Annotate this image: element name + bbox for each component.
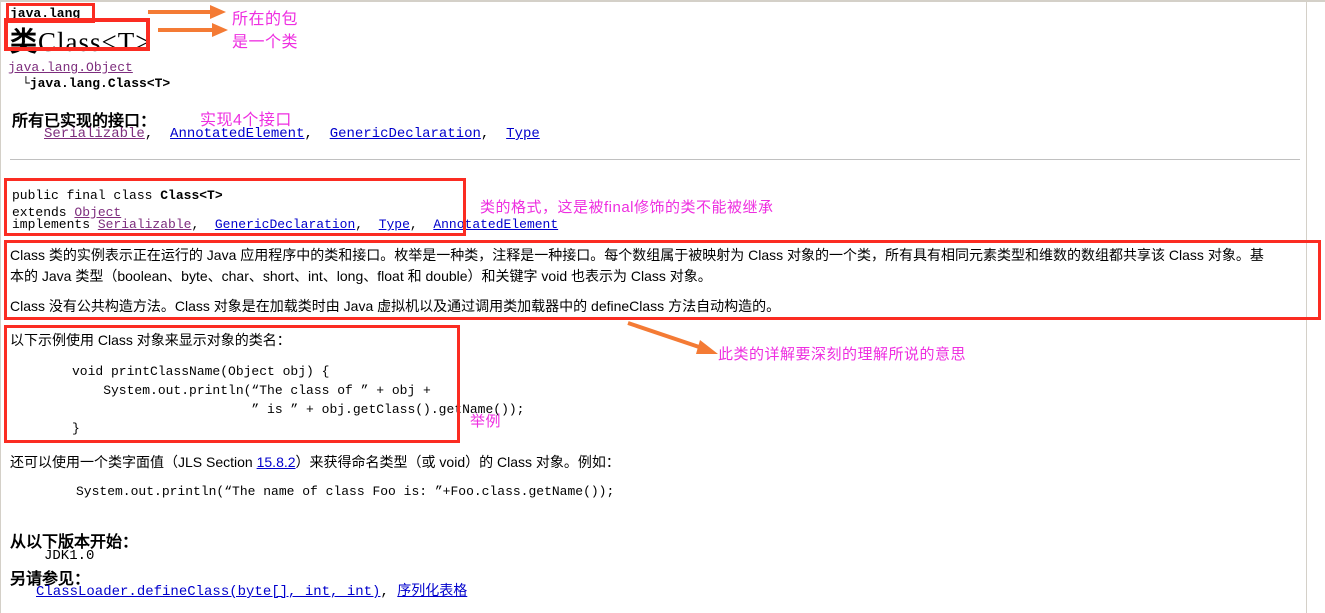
section-divider (10, 159, 1300, 160)
hierarchy-child-label: java.lang.Class<T> (29, 76, 171, 91)
link-genericdeclaration[interactable]: GenericDeclaration (330, 126, 481, 142)
sep: , (409, 217, 434, 232)
document-viewport: java.lang 类Class<T> java.lang.Object └ja… (0, 0, 1325, 613)
link-decl-type[interactable]: Type (379, 217, 410, 232)
example-code-line-4: } (72, 421, 80, 436)
link-serialized-form[interactable]: 序列化表格 (397, 582, 467, 598)
annotation-class-note: 是一个类 (232, 34, 299, 51)
arrow-to-package-note (148, 5, 226, 19)
jls-code-line: System.out.println(“The name of class Fo… (76, 484, 615, 499)
page-title-name: Class<T> (38, 27, 152, 57)
since-value: JDK1.0 (44, 548, 95, 564)
window-right-border (1306, 0, 1307, 613)
link-jls-section[interactable]: 15.8.2 (257, 454, 296, 470)
declaration-line-1: public final class Class<T> (12, 188, 223, 203)
declaration-modifiers: public final class (12, 188, 161, 203)
annotation-interfaces-note: 实现4个接口 (200, 112, 292, 129)
example-code-line-1: void printClassName(Object obj) { (72, 364, 330, 379)
link-classloader-defineclass[interactable]: ClassLoader.defineClass(byte[], int, int… (36, 584, 380, 600)
example-code-line-2: System.out.println(“The class of ” + obj… (72, 383, 431, 398)
description-p1-line2: 本的 Java 类型（boolean、byte、char、short、int、l… (10, 268, 712, 284)
sep: , (191, 217, 215, 232)
sep: , (480, 126, 507, 142)
link-decl-serializable[interactable]: Serializable (98, 217, 192, 232)
example-intro: 以下示例使用 Class 对象来显示对象的类名： (10, 332, 291, 348)
arrow-to-class-note (158, 23, 228, 37)
arrow-to-description-note (627, 321, 718, 354)
tree-branch-icon: └ (22, 76, 30, 91)
page-title-prefix: 类 (10, 27, 38, 57)
annotation-description-note: 此类的详解要深刻的理解所说的意思 (718, 346, 967, 363)
example-code-line-3: ” is ” + obj.getClass().getName()); (72, 402, 525, 417)
package-name: java.lang (10, 6, 81, 21)
hierarchy-root: java.lang.Object (8, 60, 133, 75)
jls-prefix: 还可以使用一个类字面值（JLS Section (10, 454, 257, 470)
declaration-class-name: Class<T> (160, 188, 223, 203)
jls-suffix: ）来获得命名类型（或 void）的 Class 对象。例如： (295, 454, 620, 470)
link-java-lang-object[interactable]: java.lang.Object (8, 60, 133, 75)
window-left-border (0, 0, 1, 613)
annotation-declaration-note: 类的格式，这是被final修饰的类不能被继承 (480, 199, 774, 216)
annotation-package-note: 所在的包 (232, 11, 299, 28)
sep: , (380, 584, 398, 600)
link-decl-genericdeclaration[interactable]: GenericDeclaration (215, 217, 355, 232)
example-code-block: void printClassName(Object obj) { System… (72, 362, 524, 438)
page-title: 类Class<T> (10, 20, 151, 59)
window-top-border (0, 0, 1325, 2)
hierarchy-child: └java.lang.Class<T> (22, 76, 170, 91)
see-also-list: ClassLoader.defineClass(byte[], int, int… (36, 580, 467, 600)
description-p1-line1: Class 类的实例表示正在运行的 Java 应用程序中的类和接口。枚举是一种类… (10, 247, 1264, 263)
annotation-example-note: 举例 (470, 413, 502, 430)
description-p2-line1: Class 没有公共构造方法。Class 对象是在加载类时由 Java 虚拟机以… (10, 298, 781, 314)
link-type[interactable]: Type (506, 126, 540, 142)
sep: , (304, 126, 330, 142)
link-serializable[interactable]: Serializable (44, 126, 145, 142)
implements-keyword: implements (12, 217, 98, 232)
sep: , (355, 217, 379, 232)
link-decl-annotatedelement[interactable]: AnnotatedElement (433, 217, 558, 232)
declaration-line-3: implements Serializable, GenericDeclarat… (12, 217, 558, 232)
jls-paragraph: 还可以使用一个类字面值（JLS Section 15.8.2）来获得命名类型（或… (10, 452, 620, 472)
sep: , (144, 126, 171, 142)
